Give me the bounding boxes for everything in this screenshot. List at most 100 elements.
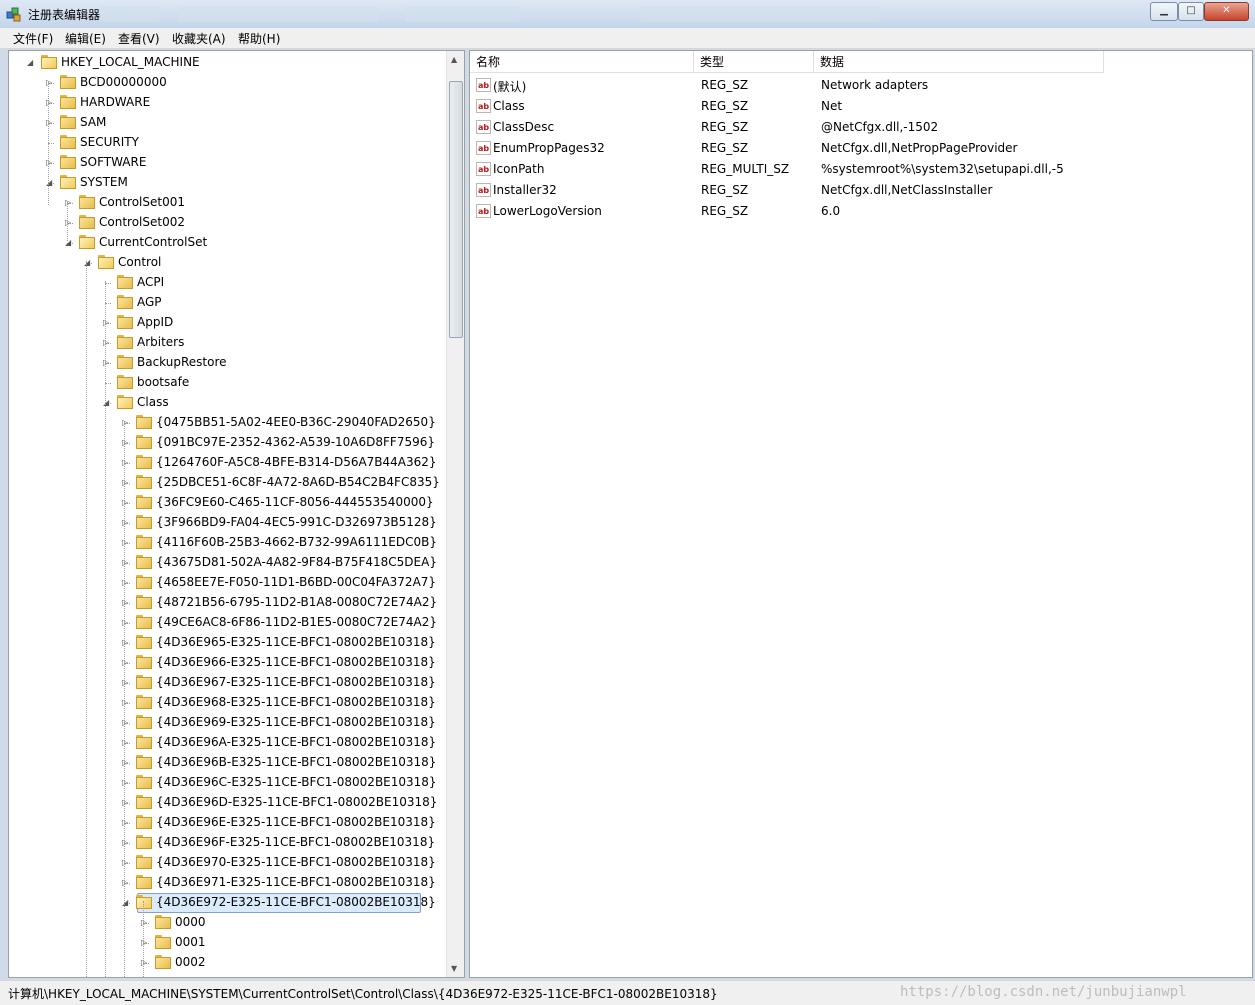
folder-icon <box>136 695 152 709</box>
tree-node[interactable]: ▷ {43675D81-502A-4A82-9F84-B75F418C5DEA} <box>9 553 449 573</box>
tree-node[interactable]: ▷ {4D36E967-E325-11CE-BFC1-08002BE10318} <box>9 673 449 693</box>
tree-node[interactable]: ▷ BCD00000000 <box>9 73 449 93</box>
folder-icon <box>60 75 76 89</box>
folder-icon <box>136 715 152 729</box>
tree-node[interactable]: ◢ CurrentControlSet <box>9 233 449 253</box>
tree-node[interactable]: ▷ SOFTWARE <box>9 153 449 173</box>
tree-node[interactable]: ▷ AppID <box>9 313 449 333</box>
folder-icon <box>60 135 76 149</box>
folder-icon <box>136 515 152 529</box>
menu-favorites[interactable]: 收藏夹(A) <box>172 30 226 47</box>
menu-view[interactable]: 查看(V) <box>118 30 160 47</box>
tree-node[interactable]: ▷ {49CE6AC8-6F86-11D2-B1E5-0080C72E74A2} <box>9 613 449 633</box>
tree-node[interactable]: ▷ {4D36E971-E325-11CE-BFC1-08002BE10318} <box>9 873 449 893</box>
tree-node[interactable]: ▷ {48721B56-6795-11D2-B1A8-0080C72E74A2} <box>9 593 449 613</box>
tree-node-label: {0475BB51-5A02-4EE0-B36C-29040FAD2650} <box>156 415 436 429</box>
tree-node[interactable]: ▷ 0002 <box>9 953 449 973</box>
folder-icon <box>117 315 133 329</box>
registry-key-tree[interactable]: ▲ ▼ ◢ HKEY_LOCAL_MACHINE ▷ BCD00000000 ▷ HARD… <box>8 50 465 978</box>
minimize-button[interactable]: ▁ <box>1150 2 1178 21</box>
value-row[interactable]: ab IconPath REG_MULTI_SZ %systemroot%\syste… <box>470 159 1250 180</box>
tree-node[interactable]: bootsafe <box>9 373 449 393</box>
tree-node[interactable]: ◢ Control <box>9 253 449 273</box>
tree-node-label: {3F966BD9-FA04-4EC5-991C-D326973B5128} <box>156 515 437 529</box>
tree-node[interactable]: ▷ {4658EE7E-F050-11D1-B6BD-00C04FA372A7} <box>9 573 449 593</box>
scroll-down-arrow-icon[interactable]: ▼ <box>451 964 457 973</box>
tree-node[interactable]: ▷ {4D36E965-E325-11CE-BFC1-08002BE10318} <box>9 633 449 653</box>
folder-icon <box>136 475 152 489</box>
tree-node-label: {4D36E96F-E325-11CE-BFC1-08002BE10318} <box>156 835 436 849</box>
value-data: NetCfgx.dll,NetClassInstaller <box>821 183 993 197</box>
close-button[interactable]: ✕ <box>1204 2 1249 21</box>
value-row[interactable]: ab Class REG_SZ Net <box>470 96 1250 117</box>
tree-node[interactable]: AGP <box>9 293 449 313</box>
menu-bar: 文件(F) 编辑(E) 查看(V) 收藏夹(A) 帮助(H) <box>0 28 1255 49</box>
tree-node-label: {48721B56-6795-11D2-B1A8-0080C72E74A2} <box>156 595 438 609</box>
scroll-up-arrow-icon[interactable]: ▲ <box>451 55 457 64</box>
tree-node-label: {4658EE7E-F050-11D1-B6BD-00C04FA372A7} <box>156 575 437 589</box>
tree-node[interactable]: ▷ ControlSet002 <box>9 213 449 233</box>
menu-edit[interactable]: 编辑(E) <box>65 30 106 47</box>
column-header-type[interactable]: 类型 <box>694 51 814 73</box>
tree-node[interactable]: ▷ {4D36E96A-E325-11CE-BFC1-08002BE10318} <box>9 733 449 753</box>
folder-icon <box>136 675 152 689</box>
value-row[interactable]: ab (默认) REG_SZ Network adapters <box>470 75 1250 96</box>
tree-node[interactable]: ▷ {36FC9E60-C465-11CF-8056-444553540000} <box>9 493 449 513</box>
tree-node[interactable]: ▷ {4D36E96F-E325-11CE-BFC1-08002BE10318} <box>9 833 449 853</box>
registry-values-list[interactable]: 名称 类型 数据 ab (默认) REG_SZ Network adapters ab C… <box>469 50 1253 978</box>
scrollbar-thumb[interactable] <box>449 81 463 338</box>
tree-node[interactable]: ▷ SAM <box>9 113 449 133</box>
tree-node-label: {4D36E972-E325-11CE-BFC1-08002BE10318} <box>156 895 436 909</box>
tree-node[interactable]: ◢ SYSTEM <box>9 173 449 193</box>
tree-node[interactable]: ▷ {4D36E96D-E325-11CE-BFC1-08002BE10318} <box>9 793 449 813</box>
folder-icon <box>60 175 76 189</box>
tree-guide-line <box>124 421 125 977</box>
value-row[interactable]: ab Installer32 REG_SZ NetCfgx.dll,NetClassI… <box>470 180 1250 201</box>
value-row[interactable]: ab ClassDesc REG_SZ @NetCfgx.dll,-1502 <box>470 117 1250 138</box>
tree-node[interactable]: ▷ {4116F60B-25B3-4662-B732-99A6111EDC0B} <box>9 533 449 553</box>
tree-node-label: {4D36E96B-E325-11CE-BFC1-08002BE10318} <box>156 755 437 769</box>
tree-node[interactable]: ▷ BackupRestore <box>9 353 449 373</box>
tree-node[interactable]: ACPI <box>9 273 449 293</box>
tree-node[interactable]: ◢ {4D36E972-E325-11CE-BFC1-08002BE10318} <box>9 893 449 913</box>
tree-node-label: HARDWARE <box>80 95 151 109</box>
value-row[interactable]: ab EnumPropPages32 REG_SZ NetCfgx.dll,NetPr… <box>470 138 1250 159</box>
tree-node[interactable]: ▷ HARDWARE <box>9 93 449 113</box>
tree-node[interactable]: ▷ {3F966BD9-FA04-4EC5-991C-D326973B5128} <box>9 513 449 533</box>
column-header-name[interactable]: 名称 <box>470 51 694 73</box>
tree-node[interactable]: ▷ {4D36E968-E325-11CE-BFC1-08002BE10318} <box>9 693 449 713</box>
tree-node[interactable]: ▷ {4D36E970-E325-11CE-BFC1-08002BE10318} <box>9 853 449 873</box>
value-data: Network adapters <box>821 78 929 92</box>
tree-node[interactable]: ▷ {091BC97E-2352-4362-A539-10A6D8FF7596} <box>9 433 449 453</box>
tree-node[interactable]: ▷ {4D36E966-E325-11CE-BFC1-08002BE10318} <box>9 653 449 673</box>
tree-node-label: {4D36E965-E325-11CE-BFC1-08002BE10318} <box>156 635 436 649</box>
tree-node[interactable]: ▷ {4D36E96C-E325-11CE-BFC1-08002BE10318} <box>9 773 449 793</box>
tree-node[interactable]: ▷ ControlSet001 <box>9 193 449 213</box>
status-path: 计算机\HKEY_LOCAL_MACHINE\SYSTEM\CurrentCon… <box>8 987 718 1001</box>
tree-node[interactable]: ▷ {0475BB51-5A02-4EE0-B36C-29040FAD2650} <box>9 413 449 433</box>
tree-node[interactable]: SECURITY <box>9 133 449 153</box>
tree-node[interactable]: ▷ {4D36E96E-E325-11CE-BFC1-08002BE10318} <box>9 813 449 833</box>
tree-node[interactable]: ▷ {4D36E969-E325-11CE-BFC1-08002BE10318} <box>9 713 449 733</box>
tree-node[interactable]: ◢ Class <box>9 393 449 413</box>
tree-node[interactable]: ◢ HKEY_LOCAL_MACHINE <box>9 53 449 73</box>
folder-icon <box>136 895 152 909</box>
tree-node[interactable]: ▷ {1264760F-A5C8-4BFE-B314-D56A7B44A362} <box>9 453 449 473</box>
value-row[interactable]: ab LowerLogoVersion REG_SZ 6.0 <box>470 201 1250 222</box>
tree-node-label: AGP <box>137 295 162 309</box>
menu-file[interactable]: 文件(F) <box>13 30 53 47</box>
value-type: REG_SZ <box>701 120 749 134</box>
tree-node[interactable]: ▷ {4D36E96B-E325-11CE-BFC1-08002BE10318} <box>9 753 449 773</box>
tree-node[interactable]: ▷ {25DBCE51-6C8F-4A72-8A6D-B54C2B4FC835} <box>9 473 449 493</box>
column-header-data[interactable]: 数据 <box>814 51 1104 73</box>
tree-node[interactable]: ▷ 0001 <box>9 933 449 953</box>
menu-help[interactable]: 帮助(H) <box>238 30 280 47</box>
tree-node[interactable]: ▷ 0000 <box>9 913 449 933</box>
collapse-arrow-icon[interactable]: ◢ <box>27 58 36 67</box>
folder-icon <box>136 615 152 629</box>
tree-node[interactable]: ▷ Arbiters <box>9 333 449 353</box>
maximize-button[interactable]: □ <box>1178 2 1204 21</box>
tree-node-label: {25DBCE51-6C8F-4A72-8A6D-B54C2B4FC835} <box>156 475 440 489</box>
tree-node-label: ACPI <box>137 275 165 289</box>
folder-icon <box>155 935 171 949</box>
